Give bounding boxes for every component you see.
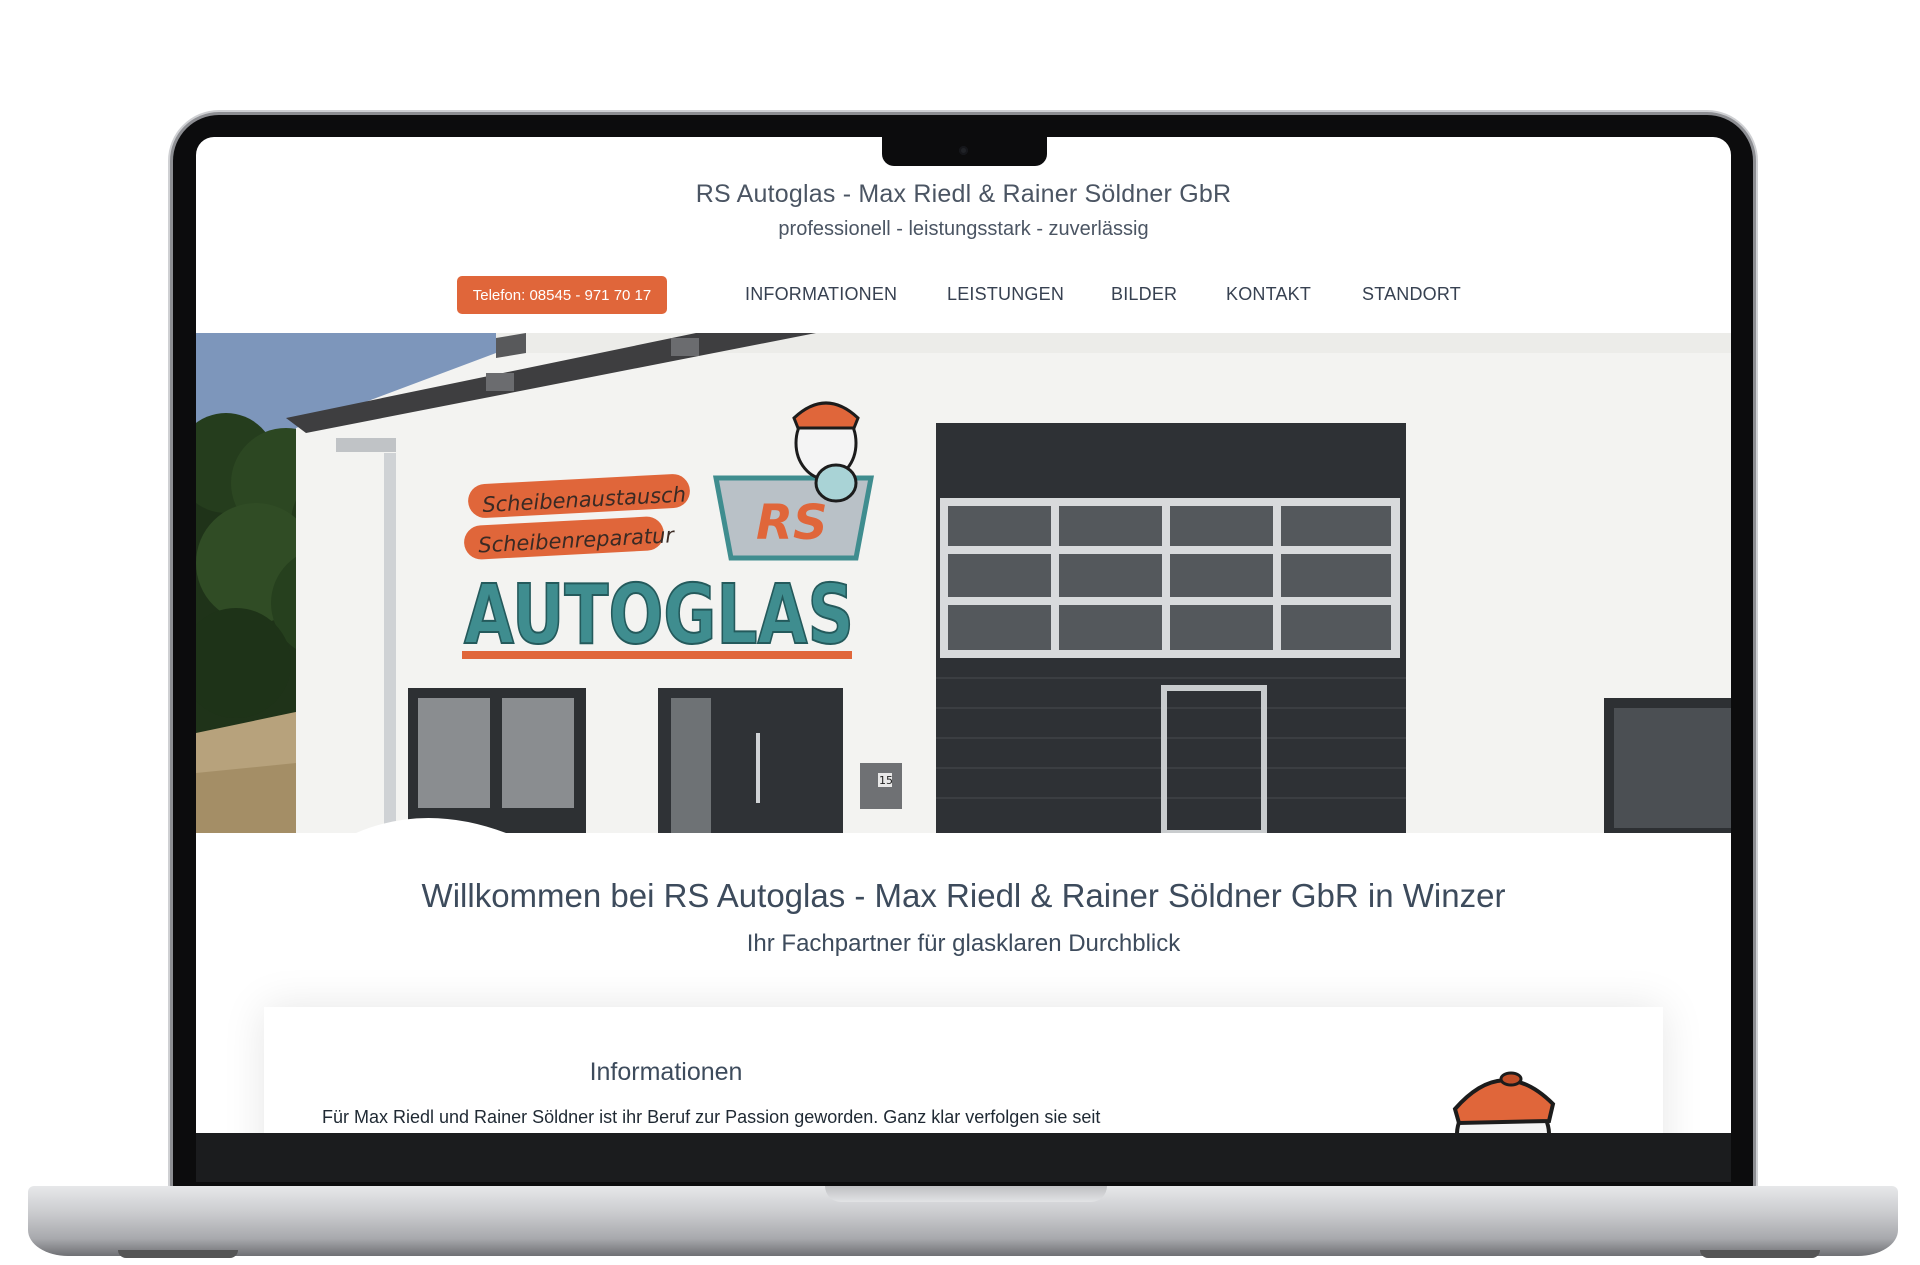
hero-image: Scheibenaustausch Scheibenreparatur AUTO… bbox=[196, 333, 1731, 833]
info-text: Für Max Riedl und Rainer Söldner ist ihr… bbox=[322, 1107, 1101, 1127]
welcome-heading: Willkommen bei RS Autoglas - Max Riedl &… bbox=[421, 877, 1506, 914]
svg-text:15: 15 bbox=[879, 774, 893, 787]
nav-item-bilder[interactable]: BILDER bbox=[1111, 284, 1177, 305]
welcome-subheading: Ihr Fachpartner für glasklaren Durchblic… bbox=[746, 930, 1181, 957]
camera-notch bbox=[882, 137, 1047, 166]
nav-item-kontakt[interactable]: KONTAKT bbox=[1226, 284, 1311, 305]
svg-text:AUTOGLAS: AUTOGLAS bbox=[464, 568, 854, 663]
laptop-foot bbox=[118, 1250, 238, 1258]
info-title: Informationen bbox=[589, 1058, 743, 1086]
main-navigation: INFORMATIONEN LEISTUNGEN BILDER KONTAKT … bbox=[196, 284, 1731, 308]
browser-viewport: RS Autoglas - Max Riedl & Rainer Söldner… bbox=[196, 137, 1731, 1133]
nav-item-standort[interactable]: STANDORT bbox=[1362, 284, 1461, 305]
site-title[interactable]: RS Autoglas - Max Riedl & Rainer Söldner… bbox=[196, 180, 1731, 209]
site-tagline: professionell - leistungsstark - zuverlä… bbox=[778, 218, 1149, 240]
laptop-foot bbox=[1700, 1250, 1820, 1258]
nav-item-leistungen[interactable]: LEISTUNGEN bbox=[947, 284, 1064, 305]
laptop-base-notch bbox=[825, 1186, 1107, 1202]
nav-item-informationen[interactable]: INFORMATIONEN bbox=[745, 284, 897, 305]
svg-text:RS: RS bbox=[756, 495, 828, 551]
camera-icon bbox=[959, 146, 968, 155]
laptop-bezel bbox=[196, 1132, 1731, 1182]
mascot-icon bbox=[1452, 1071, 1556, 1133]
